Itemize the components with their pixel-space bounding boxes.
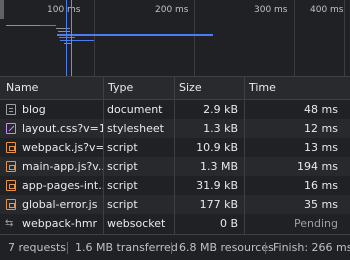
waterfall-overview[interactable]: 100 ms 200 ms 300 ms 400 ms [0, 0, 350, 76]
request-name: webpack.js?v=... [22, 141, 103, 154]
column-divider [174, 77, 175, 235]
resources-size: 6.8 MB resources [179, 241, 274, 254]
tick-line-400 [344, 0, 345, 76]
tick-label: 200 ms [155, 5, 189, 15]
tick-line-300 [294, 0, 295, 76]
waterfall-bar [58, 31, 70, 32]
request-name: global-error.js [22, 198, 98, 211]
websocket-icon: ⇆ [5, 218, 14, 229]
column-header-time[interactable]: Time [244, 77, 350, 99]
request-type: websocket [107, 217, 166, 230]
table-header: Name Type Size Time [0, 77, 350, 100]
load-event-marker [71, 0, 72, 76]
script-icon [6, 199, 16, 210]
dom-content-loaded-marker [66, 0, 67, 76]
request-type: script [107, 198, 138, 211]
request-type: stylesheet [107, 122, 164, 135]
request-name-cell[interactable]: webpack.js?v=... [0, 138, 103, 157]
column-header-name[interactable]: Name [0, 77, 103, 99]
table-row[interactable]: layout.css?v=1... stylesheet 1.3 kB 12 ms [0, 119, 350, 138]
request-name: blog [22, 103, 46, 116]
table-row[interactable]: webpack.js?v=... script 10.9 kB 13 ms [0, 138, 350, 157]
tick-line-100 [94, 0, 95, 76]
tick-label: 100 ms [47, 5, 81, 15]
stylesheet-icon [6, 123, 16, 134]
tick-line-200 [194, 0, 195, 76]
table-row[interactable]: ⇆ webpack-hmr websocket 0 B Pending [0, 214, 350, 233]
table-row[interactable]: global-error.js script 177 kB 35 ms [0, 195, 350, 214]
transferred-size: 1.6 MB transferred [75, 241, 178, 254]
waterfall-bar [57, 34, 213, 36]
table-row[interactable]: main-app.js?v... script 1.3 MB 194 ms [0, 157, 350, 176]
request-time: 12 ms [304, 122, 338, 135]
document-icon [6, 104, 16, 115]
status-separator [67, 242, 68, 254]
request-name-cell[interactable]: blog [0, 100, 103, 119]
request-name: layout.css?v=1... [22, 122, 103, 135]
waterfall-bar [40, 25, 56, 26]
request-name-cell[interactable]: ⇆ webpack-hmr [0, 214, 103, 233]
request-time: 13 ms [304, 141, 338, 154]
request-time: 48 ms [304, 103, 338, 116]
script-icon [6, 142, 16, 153]
request-name-cell[interactable]: layout.css?v=1... [0, 119, 103, 138]
status-separator [265, 242, 266, 254]
tick-label: 300 ms [254, 5, 288, 15]
request-size: 31.9 kB [196, 179, 238, 192]
request-type: script [107, 179, 138, 192]
request-type: document [107, 103, 163, 116]
script-icon [6, 161, 16, 172]
request-size: 177 kB [199, 198, 238, 211]
request-name-cell[interactable]: app-pages-int... [0, 176, 103, 195]
finish-time: Finish: 266 ms [273, 241, 350, 254]
request-name-cell[interactable]: main-app.js?v... [0, 157, 103, 176]
column-divider [103, 77, 104, 235]
request-name: app-pages-int... [22, 179, 103, 192]
request-time: 35 ms [304, 198, 338, 211]
request-count: 7 requests [8, 241, 67, 254]
waterfall-bar [59, 37, 75, 38]
request-name: webpack-hmr [22, 217, 98, 230]
tick-label: 400 ms [310, 5, 344, 15]
request-time: 194 ms [297, 160, 338, 173]
overview-selection-edge [0, 0, 4, 19]
status-separator [171, 242, 172, 254]
request-time: 16 ms [304, 179, 338, 192]
table-row[interactable]: blog document 2.9 kB 48 ms [0, 100, 350, 119]
table-body: blog document 2.9 kB 48 ms layout.css?v=1...… [0, 100, 350, 235]
request-time: Pending [294, 217, 338, 230]
table-row[interactable]: app-pages-int... script 31.9 kB 16 ms [0, 176, 350, 195]
request-name: main-app.js?v... [22, 160, 103, 173]
status-bar: 7 requests 1.6 MB transferred 6.8 MB res… [0, 234, 350, 260]
request-size: 0 B [219, 217, 238, 230]
column-header-type[interactable]: Type [103, 77, 174, 99]
request-size: 10.9 kB [196, 141, 238, 154]
waterfall-bar [56, 28, 70, 29]
request-size: 1.3 kB [203, 122, 238, 135]
column-header-size[interactable]: Size [174, 77, 244, 99]
request-size: 1.3 MB [199, 160, 238, 173]
column-divider [244, 77, 245, 235]
requests-table: Name Type Size Time blog document 2.9 kB 48… [0, 76, 350, 235]
request-name-cell[interactable]: global-error.js [0, 195, 103, 214]
request-type: script [107, 141, 138, 154]
request-type: script [107, 160, 138, 173]
request-size: 2.9 kB [203, 103, 238, 116]
script-icon [6, 180, 16, 191]
